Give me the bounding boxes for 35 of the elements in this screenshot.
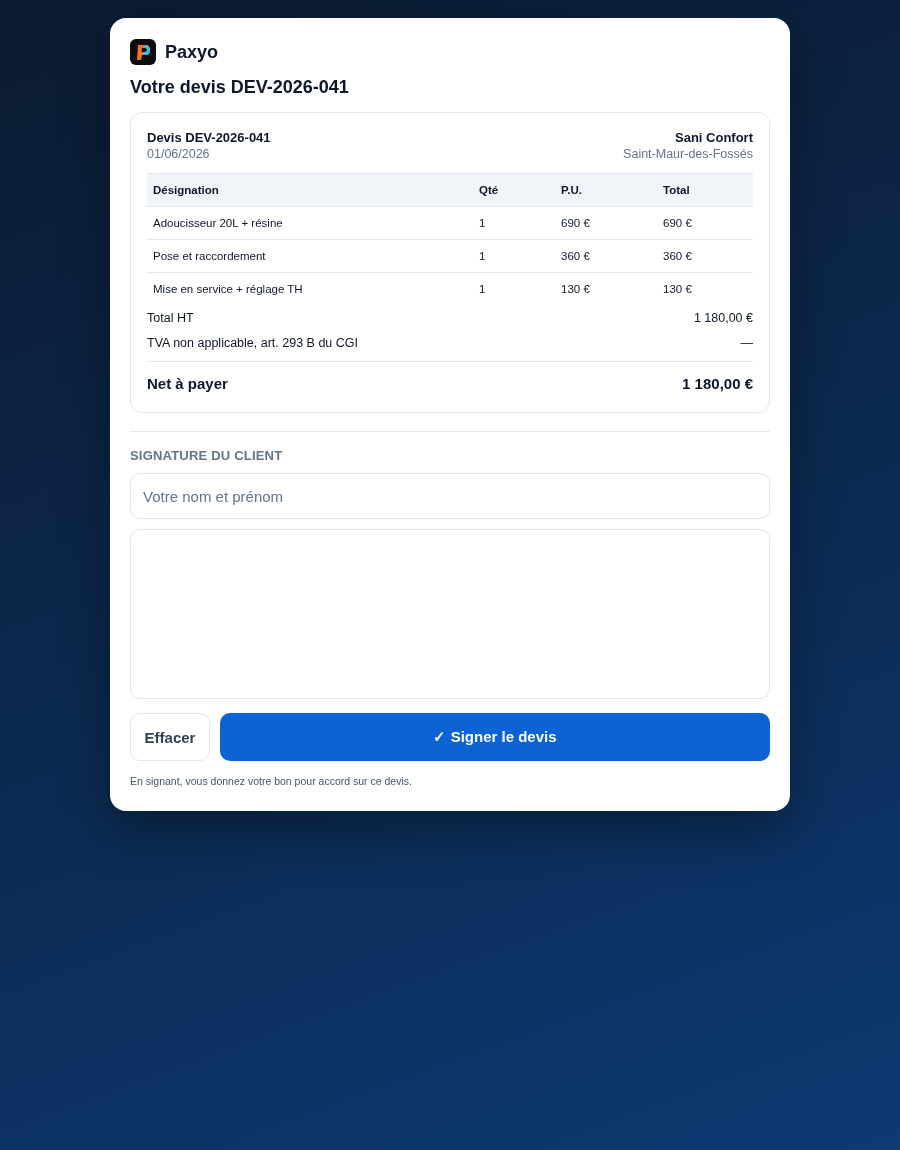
table-cell: 1: [473, 272, 555, 305]
logo-icon: [130, 39, 156, 65]
table-cell: Mise en service + réglage TH: [147, 272, 473, 305]
quote-number: Devis DEV-2026-041: [147, 129, 271, 146]
name-input[interactable]: Votre nom et prénom: [130, 473, 770, 519]
sign-button[interactable]: ✓ Signer le devis: [220, 713, 770, 761]
column-header: Total: [657, 173, 753, 207]
consent-note: En signant, vous donnez votre bon pour accord sur ce devis.: [130, 775, 413, 787]
total-value: —: [740, 335, 753, 350]
signature-pad[interactable]: [130, 529, 770, 699]
table-cell: 1: [473, 239, 555, 273]
table-cell: 690 €: [657, 206, 753, 240]
column-header: Qté: [473, 173, 555, 207]
table-cell: 360 €: [555, 239, 657, 273]
page-title: Votre devis DEV-2026-041: [130, 76, 350, 98]
total-label: TVA non applicable, art. 293 B du CGI: [147, 335, 358, 350]
brand-name: Paxyo: [165, 41, 219, 63]
total-value: 1 180,00 €: [693, 310, 753, 325]
table-cell: Pose et raccordement: [147, 239, 473, 273]
section-heading: SIGNATURE DU CLIENT: [130, 448, 284, 463]
table-cell: Adoucisseur 20L + résine: [147, 206, 473, 240]
net-total-value: 1 180,00 €: [682, 374, 753, 392]
column-header: Désignation: [147, 173, 473, 207]
company-name: Sani Confort: [675, 129, 753, 146]
quote-date: 01/06/2026: [147, 146, 210, 163]
table-cell: 360 €: [657, 239, 753, 273]
company-city: Saint-Maur-des-Fossés: [623, 146, 753, 163]
table-cell: 130 €: [555, 272, 657, 305]
table-cell: 690 €: [555, 206, 657, 240]
table-cell: 130 €: [657, 272, 753, 305]
clear-button[interactable]: Effacer: [130, 713, 210, 761]
net-total-label: Net à payer: [147, 374, 228, 392]
column-header: P.U.: [555, 173, 657, 207]
table-cell: 1: [473, 206, 555, 240]
total-label: Total HT: [147, 310, 194, 325]
